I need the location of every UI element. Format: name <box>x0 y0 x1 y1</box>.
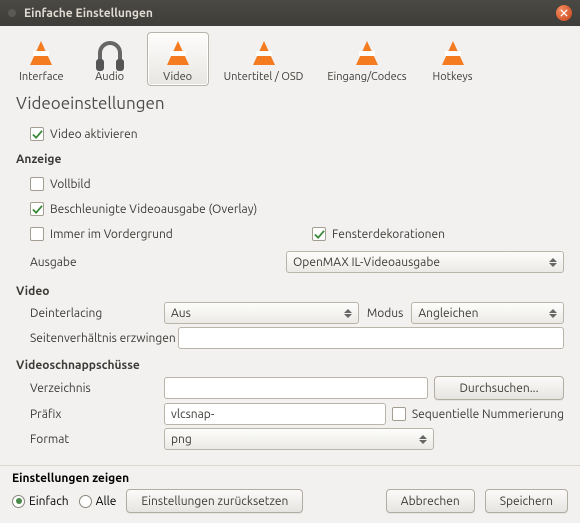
label-window-deco: Fensterdekorationen <box>332 228 445 241</box>
cancel-button[interactable]: Abbrechen <box>386 489 475 513</box>
label-fullscreen: Vollbild <box>50 178 91 191</box>
cone-icon <box>351 37 383 69</box>
select-format[interactable]: png <box>164 428 434 450</box>
window-menu-dot[interactable] <box>8 9 16 17</box>
tab-input-codecs[interactable]: Eingang/Codecs <box>318 32 415 86</box>
window-body: Interface Audio Video Untertitel / OSD E… <box>0 26 580 523</box>
tab-video-label: Video <box>163 71 192 83</box>
tab-interface-label: Interface <box>19 71 64 83</box>
category-toolbar: Interface Audio Video Untertitel / OSD E… <box>0 26 580 88</box>
select-mode[interactable]: Angleichen <box>411 302 564 324</box>
tab-hotkeys[interactable]: Hotkeys <box>422 32 484 86</box>
input-aspect[interactable] <box>178 327 564 349</box>
input-prefix[interactable] <box>164 403 386 425</box>
label-directory: Verzeichnis <box>16 382 164 395</box>
label-enable-video: Video aktivieren <box>50 128 138 141</box>
row-deinterlacing: Deinterlacing Aus Modus Angleichen <box>16 302 564 324</box>
titlebar: Einfache Einstellungen <box>0 0 580 26</box>
cone-icon <box>25 37 57 69</box>
label-show-settings: Einstellungen zeigen <box>12 472 568 485</box>
updown-icon <box>549 255 559 269</box>
checkbox-enable-video[interactable] <box>30 127 44 141</box>
row-overlay: Beschleunigte Videoausgabe (Overlay) <box>30 198 282 220</box>
content-pane: Videoeinstellungen Video aktivieren Anze… <box>0 88 580 465</box>
updown-icon <box>419 432 429 446</box>
reset-button[interactable]: Einstellungen zurücksetzen <box>126 489 303 513</box>
checkbox-always-on-top[interactable] <box>30 227 44 241</box>
tab-hotkeys-label: Hotkeys <box>433 71 473 83</box>
label-overlay: Beschleunigte Videoausgabe (Overlay) <box>50 203 257 216</box>
close-icon[interactable] <box>556 5 572 21</box>
row-always-on-top: Immer im Vordergrund <box>30 223 282 245</box>
radio-all-wrap[interactable]: Alle <box>79 495 117 508</box>
browse-button[interactable]: Durchsuchen... <box>434 376 564 400</box>
row-prefix: Präfix Sequentielle Nummerierung <box>16 403 564 425</box>
window-title: Einfache Einstellungen <box>24 7 153 20</box>
label-output: Ausgabe <box>16 256 164 269</box>
radio-all-label: Alle <box>96 495 117 508</box>
cone-film-icon <box>162 37 194 69</box>
radio-simple-wrap[interactable]: Einfach <box>12 495 69 508</box>
tab-subtitles[interactable]: Untertitel / OSD <box>215 32 313 86</box>
footer: Einstellungen zeigen Einfach Alle Einste… <box>0 465 580 523</box>
headphones-icon <box>94 37 126 69</box>
updown-icon <box>549 306 559 320</box>
select-deinterlacing-value: Aus <box>171 307 191 320</box>
label-always-on-top: Immer im Vordergrund <box>50 228 173 241</box>
label-deinterlacing: Deinterlacing <box>16 307 164 320</box>
select-deinterlacing[interactable]: Aus <box>164 302 359 324</box>
checkbox-sequential[interactable] <box>392 407 406 421</box>
tab-audio[interactable]: Audio <box>79 32 141 86</box>
label-aspect: Seitenverhältnis erzwingen <box>16 332 178 345</box>
row-format: Format png <box>16 428 564 450</box>
label-sequential: Sequentielle Nummerierung <box>412 408 564 421</box>
row-fullscreen: Vollbild <box>30 173 282 195</box>
section-display: Anzeige <box>16 153 564 166</box>
label-mode: Modus <box>359 307 412 320</box>
row-enable-video: Video aktivieren <box>16 123 564 145</box>
label-prefix: Präfix <box>16 408 164 421</box>
tab-interface[interactable]: Interface <box>10 32 73 86</box>
label-format: Format <box>16 433 164 446</box>
tab-audio-label: Audio <box>95 71 124 83</box>
select-output[interactable]: OpenMAX IL-Videoausgabe <box>286 251 564 273</box>
section-video: Video <box>16 285 564 298</box>
row-aspect: Seitenverhältnis erzwingen <box>16 327 564 349</box>
updown-icon <box>344 306 354 320</box>
input-directory[interactable] <box>164 377 428 399</box>
radio-all[interactable] <box>79 495 92 508</box>
checkbox-fullscreen[interactable] <box>30 177 44 191</box>
save-button[interactable]: Speichern <box>485 489 568 513</box>
page-title: Videoeinstellungen <box>16 94 564 113</box>
radio-simple[interactable] <box>12 495 25 508</box>
row-output: Ausgabe OpenMAX IL-Videoausgabe <box>16 251 564 273</box>
radio-simple-label: Einfach <box>29 495 69 508</box>
cone-icon <box>248 37 280 69</box>
tab-subtitles-label: Untertitel / OSD <box>224 71 304 83</box>
select-format-value: png <box>171 433 192 446</box>
row-directory: Verzeichnis Durchsuchen... <box>16 376 564 400</box>
checkbox-overlay[interactable] <box>30 202 44 216</box>
select-output-value: OpenMAX IL-Videoausgabe <box>293 256 440 269</box>
checkbox-window-deco[interactable] <box>312 227 326 241</box>
row-window-deco: Fensterdekorationen <box>312 223 564 245</box>
cone-icon <box>437 37 469 69</box>
select-mode-value: Angleichen <box>418 307 478 320</box>
tab-video[interactable]: Video <box>147 32 209 86</box>
tab-input-codecs-label: Eingang/Codecs <box>327 71 406 83</box>
section-snapshot: Videoschnappschüsse <box>16 359 564 372</box>
